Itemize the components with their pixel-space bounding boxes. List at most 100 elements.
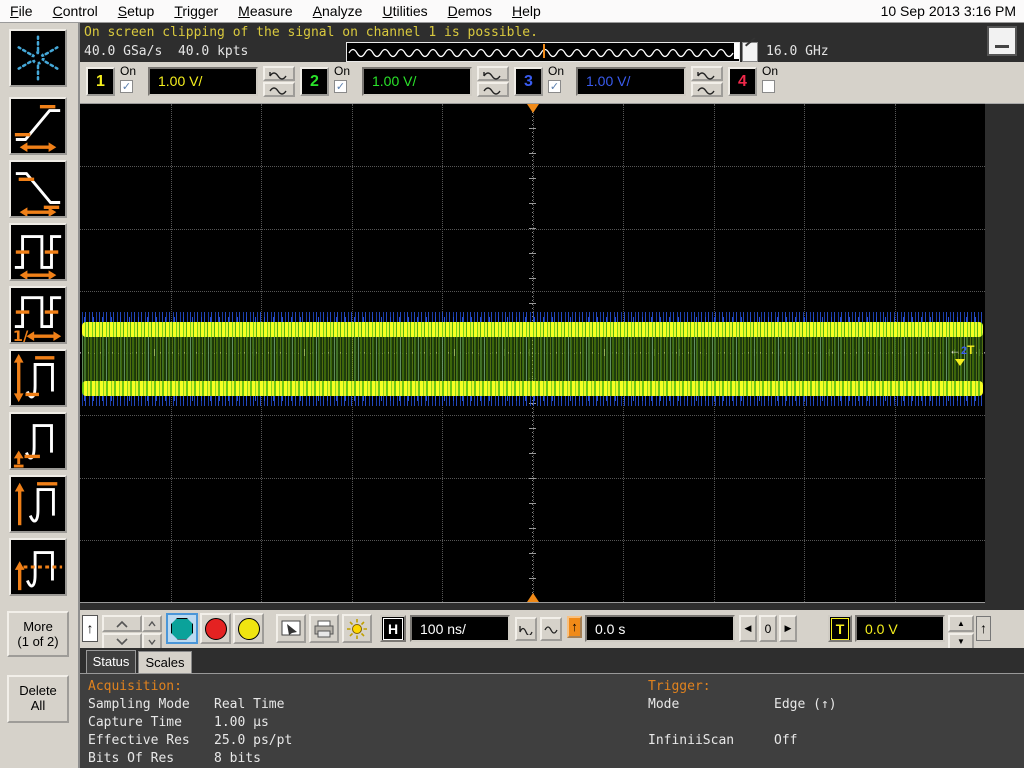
menu-trigger[interactable]: Trigger [164,2,228,20]
trace-body [82,334,983,384]
channel-3-on-label: On [548,64,564,78]
pulse-width-icon[interactable] [9,223,67,281]
tab-scales[interactable]: Scales [138,651,192,673]
channel-1-scale-button[interactable] [263,82,295,97]
preview-trigger-tick [543,44,545,58]
trigger-marker-button[interactable]: ↑ [976,616,991,641]
oscilloscope-app: File Control Setup Trigger Measure Analy… [0,0,1024,768]
horizontal-menu-button[interactable]: H [380,615,406,642]
sidebar: 1/ [0,23,80,768]
minimize-icon [995,45,1009,48]
horizontal-trigger-bar: ↑ H 100 ns/ ↑ 0.0 s ◀ 0 ▶ T 0.0 V ▲ ▼ [80,610,1024,648]
top-icon[interactable] [9,475,67,533]
channel-1-on-label: On [120,64,136,78]
waveform-display: ←2T [80,103,985,603]
trace-top-envelope [82,322,983,337]
acquisition-status-block: Acquisition: Sampling ModeReal Time Capt… [88,678,292,768]
chevron-buttons [142,615,158,643]
channel-1-scale-field[interactable]: 1.00 V/ [148,67,258,96]
status-panel: Acquisition: Sampling ModeReal Time Capt… [80,673,1024,768]
channel-1-button[interactable]: 1 [86,67,115,96]
minimize-button[interactable] [987,26,1017,56]
chevron-up-button[interactable] [142,615,162,632]
menu-file[interactable]: File [0,2,43,20]
printer-button[interactable] [309,614,339,643]
trigger-level-edge-marker[interactable]: ←2T [949,344,983,366]
menu-setup[interactable]: Setup [108,2,165,20]
infiniium-logo-icon[interactable] [9,29,67,87]
trigger-status-block: Trigger: ModeEdge (↑) InfiniiScanOff [648,678,837,750]
expand-collapse-buttons [102,615,138,643]
channel-4-checkbox[interactable] [762,80,775,93]
screen-image-button[interactable] [276,614,306,643]
channel-3-checkbox[interactable] [548,80,561,93]
menu-measure[interactable]: Measure [228,2,302,20]
menu-demos[interactable]: Demos [438,2,502,20]
waveform-trace-band [82,312,983,406]
rise-time-icon[interactable] [9,97,67,155]
channel-2-scale-button[interactable] [477,82,509,97]
left-arrow-icon: ← [949,343,961,357]
channel-2-checkbox[interactable] [334,80,347,93]
more-button[interactable]: More(1 of 2) [7,611,69,657]
channel-4-on-label: On [762,64,778,78]
average-icon[interactable] [9,538,67,596]
channel-3-button[interactable]: 3 [514,67,543,96]
single-button[interactable] [233,613,264,644]
fall-time-icon[interactable] [9,160,67,218]
channel-3-offset-button[interactable] [691,66,723,81]
period-icon[interactable]: 1/ [9,286,67,344]
position-left-button[interactable]: ◀ [739,615,757,642]
channel-1-offset-button[interactable] [263,66,295,81]
waveform-preview-bar[interactable] [346,42,740,62]
ground-marker-icon [955,359,965,366]
acquisition-title: Acquisition: [88,678,292,696]
channel-2-on-label: On [334,64,350,78]
spin-up-button[interactable]: ▲ [948,615,974,632]
preview-endcap [734,43,739,59]
channel-2-button[interactable]: 2 [300,67,329,96]
timebase-field[interactable]: 100 ns/ [410,615,510,642]
menu-bar: File Control Setup Trigger Measure Analy… [0,0,1024,23]
channel-4-button[interactable]: 4 [728,67,757,96]
marker-up-button[interactable]: ↑ [82,615,98,642]
base-icon[interactable] [9,412,67,470]
trigger-menu-button[interactable]: T [828,615,852,642]
channel-controls-row: 1 On 1.00 V/ 2 On 1.00 V/ 3 On [80,62,1024,104]
run-button[interactable] [166,613,198,644]
trigger-time-marker-top[interactable] [527,104,539,113]
header-status-area: On screen clipping of the signal on chan… [80,23,1024,62]
menu-analyze[interactable]: Analyze [303,2,373,20]
double-chevron-up-button[interactable] [102,615,142,632]
svg-text:1/: 1/ [13,329,29,342]
single-icon [238,618,260,640]
clear-display-button[interactable] [342,614,372,643]
amplitude-icon[interactable] [9,349,67,407]
menu-help[interactable]: Help [502,2,551,20]
tab-status[interactable]: Status [86,650,136,673]
channel-2-scale-field[interactable]: 1.00 V/ [362,67,472,96]
trace-bottom-envelope [82,381,983,396]
stop-icon [205,618,227,640]
run-icon [171,618,193,640]
trigger-slope-button[interactable]: ↑ [567,616,582,638]
trigger-time-marker-bottom[interactable] [527,593,539,602]
channel-1-checkbox[interactable] [120,80,133,93]
position-right-button[interactable]: ▶ [779,615,797,642]
trigger-title: Trigger: [648,678,837,696]
hzoom-out-button[interactable] [515,617,537,641]
stop-button[interactable] [200,613,231,644]
trigger-level-field[interactable]: 0.0 V [855,615,945,642]
clipping-warning: On screen clipping of the signal on chan… [84,25,538,40]
horizontal-position-field[interactable]: 0.0 s [585,615,735,642]
position-zero-button[interactable]: 0 [759,615,777,642]
menu-utilities[interactable]: Utilities [372,2,437,20]
channel-3-scale-button[interactable] [691,82,723,97]
delete-all-button[interactable]: DeleteAll [7,675,69,723]
channel-2-offset-button[interactable] [477,66,509,81]
menu-control[interactable]: Control [43,2,108,20]
channel-3-scale-field[interactable]: 1.00 V/ [576,67,686,96]
tab-row: Status Scales [80,648,1024,673]
resize-grip-icon[interactable] [742,42,758,62]
hzoom-in-button[interactable] [540,617,562,641]
